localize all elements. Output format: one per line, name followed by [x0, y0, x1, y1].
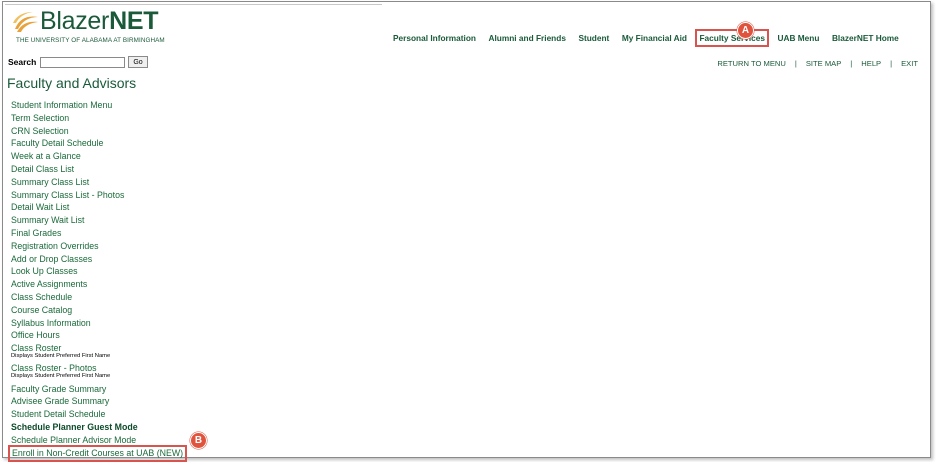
nav-uab-menu[interactable]: UAB Menu [777, 33, 819, 43]
menu-item: Class Schedule [11, 290, 311, 303]
separator: | [890, 59, 893, 68]
menu-link-syllabus-information[interactable]: Syllabus Information [11, 318, 91, 328]
logo-net: NET [109, 7, 159, 35]
return-to-menu-link[interactable]: RETURN TO MENU [717, 59, 786, 68]
menu-item: Active Assignments [11, 277, 311, 290]
menu-item: Course Catalog [11, 303, 311, 316]
menu-item: Week at a Glance [11, 149, 311, 162]
menu-item: Office Hours [11, 328, 311, 341]
nav-blazernet-home[interactable]: BlazerNET Home [832, 33, 899, 43]
menu-link-crn-selection[interactable]: CRN Selection [11, 126, 69, 136]
menu-link-detail-class-list[interactable]: Detail Class List [11, 164, 74, 174]
menu-item: Student Information Menu [11, 98, 311, 111]
menu-item: Summary Class List [11, 175, 311, 188]
site-map-link[interactable]: SITE MAP [806, 59, 841, 68]
menu-link-summary-wait-list[interactable]: Summary Wait List [11, 215, 84, 225]
menu-link-class-schedule[interactable]: Class Schedule [11, 292, 72, 302]
menu-link-week-at-a-glance[interactable]: Week at a Glance [11, 151, 81, 161]
menu-item: Detail Class List [11, 162, 311, 175]
nav-faculty-services[interactable]: Faculty Services [695, 29, 769, 47]
menu-item: Look Up Classes [11, 264, 311, 277]
menu-link-detail-wait-list[interactable]: Detail Wait List [11, 202, 69, 212]
menu-item: Add or Drop Classes [11, 252, 311, 265]
menu-link-faculty-grade-summary[interactable]: Faculty Grade Summary [11, 384, 106, 394]
menu-item: Class Roster - Photos Displays Student P… [11, 361, 311, 381]
search-input[interactable] [40, 56, 126, 68]
logo-subtitle: THE UNIVERSITY OF ALABAMA AT BIRMINGHAM [16, 37, 165, 44]
utility-links: RETURN TO MENU | SITE MAP | HELP | EXIT [717, 59, 918, 68]
page-title: Faculty and Advisors [7, 75, 137, 91]
menu-link-advisee-grade-summary[interactable]: Advisee Grade Summary [11, 396, 109, 406]
menu-item: Enroll in Non-Credit Courses at UAB (NEW… [7, 444, 311, 462]
menu-link-add-or-drop-classes[interactable]: Add or Drop Classes [11, 254, 92, 264]
search-label: Search [8, 57, 37, 67]
menu-link-class-roster[interactable]: Class Roster [11, 343, 61, 353]
menu-item: Syllabus Information [11, 316, 311, 329]
menu-link-student-information-menu[interactable]: Student Information Menu [11, 100, 112, 110]
menu-item: CRN Selection [11, 124, 311, 137]
annotation-badge-b: B [190, 432, 207, 449]
nav-personal-information[interactable]: Personal Information [393, 33, 476, 43]
logo-wordmark: BlazerNET [40, 7, 158, 35]
search-bar: Search Go [8, 56, 148, 68]
menu-link-student-detail-schedule[interactable]: Student Detail Schedule [11, 409, 105, 419]
menu-item: Term Selection [11, 111, 311, 124]
nav-student[interactable]: Student [578, 33, 609, 43]
search-go-button[interactable]: Go [128, 56, 148, 68]
nav-alumni-and-friends[interactable]: Alumni and Friends [488, 33, 565, 43]
menu-item-description: Displays Student Preferred First Name [11, 353, 111, 360]
faculty-menu: Student Information Menu Term Selection … [7, 98, 311, 462]
menu-link-faculty-detail-schedule[interactable]: Faculty Detail Schedule [11, 138, 103, 148]
menu-link-office-hours[interactable]: Office Hours [11, 330, 60, 340]
annotation-badge-a: A [737, 22, 754, 39]
separator: | [794, 59, 797, 68]
menu-item: Student Detail Schedule [11, 407, 311, 420]
menu-item-description: Displays Student Preferred First Name [11, 373, 111, 380]
blazernet-logo[interactable]: BlazerNET THE UNIVERSITY OF ALABAMA AT B… [13, 7, 175, 45]
menu-item: Summary Wait List [11, 213, 311, 226]
menu-link-summary-class-list-photos[interactable]: Summary Class List - Photos [11, 190, 124, 200]
menu-item: Class Roster Displays Student Preferred … [11, 341, 311, 361]
menu-item: Faculty Detail Schedule [11, 136, 311, 149]
menu-item: Final Grades [11, 226, 311, 239]
menu-link-enroll-non-credit-courses[interactable]: Enroll in Non-Credit Courses at UAB (NEW… [7, 444, 188, 462]
menu-item: Advisee Grade Summary [11, 394, 311, 407]
exit-link[interactable]: EXIT [901, 59, 918, 68]
help-link[interactable]: HELP [861, 59, 881, 68]
menu-link-schedule-planner-advisor-mode[interactable]: Schedule Planner Advisor Mode [11, 435, 136, 445]
nav-my-financial-aid[interactable]: My Financial Aid [622, 33, 687, 43]
menu-link-summary-class-list[interactable]: Summary Class List [11, 177, 89, 187]
menu-item: Schedule Planner Advisor Mode [11, 433, 311, 446]
menu-link-final-grades[interactable]: Final Grades [11, 228, 61, 238]
menu-item: Faculty Grade Summary [11, 382, 311, 395]
menu-item: Summary Class List - Photos [11, 188, 311, 201]
menu-link-registration-overrides[interactable]: Registration Overrides [11, 241, 99, 251]
top-navigation: Personal Information Alumni and Friends … [393, 29, 911, 47]
menu-link-look-up-classes[interactable]: Look Up Classes [11, 266, 78, 276]
flame-logo-icon [13, 12, 38, 32]
separator: | [850, 59, 853, 68]
menu-link-schedule-planner-guest-mode[interactable]: Schedule Planner Guest Mode [11, 422, 138, 432]
menu-link-active-assignments[interactable]: Active Assignments [11, 279, 87, 289]
menu-item: Detail Wait List [11, 200, 311, 213]
menu-link-term-selection[interactable]: Term Selection [11, 113, 69, 123]
top-divider [5, 4, 382, 5]
menu-item: Schedule Planner Guest Mode [11, 420, 311, 433]
menu-item: Registration Overrides [11, 239, 311, 252]
menu-link-class-roster-photos[interactable]: Class Roster - Photos [11, 363, 97, 373]
menu-link-course-catalog[interactable]: Course Catalog [11, 305, 72, 315]
logo-blazer: Blazer [40, 7, 110, 35]
